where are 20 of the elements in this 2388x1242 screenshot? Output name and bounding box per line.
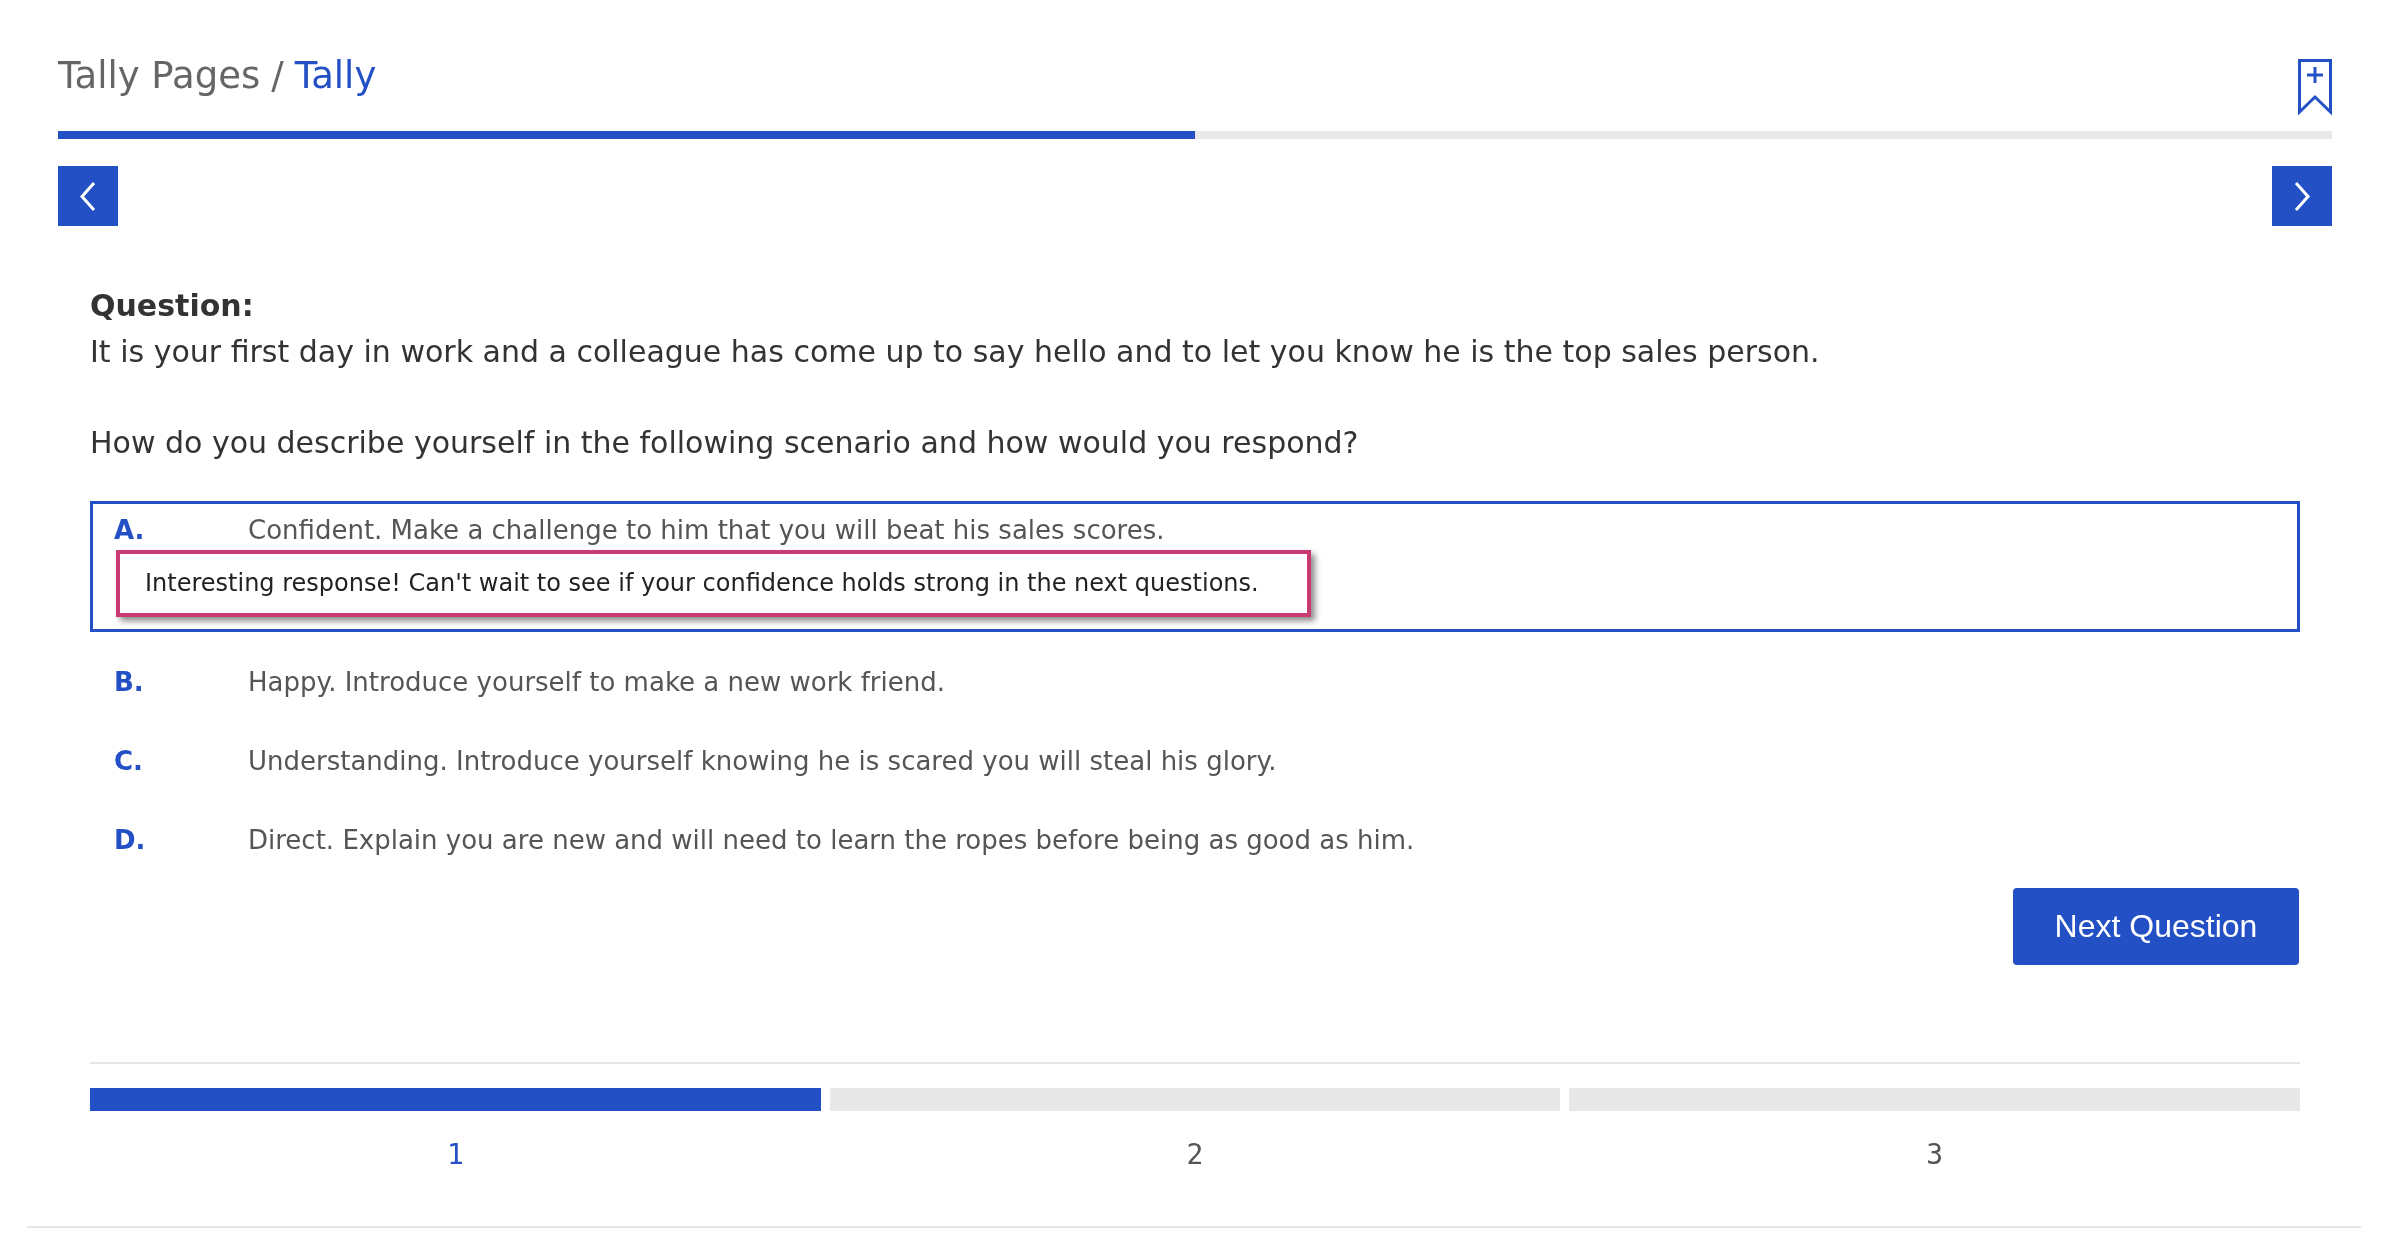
next-button[interactable] xyxy=(2272,166,2332,226)
breadcrumb-current[interactable]: Tally xyxy=(294,53,377,99)
bookmark-plus-icon[interactable] xyxy=(2298,59,2332,115)
answer-option[interactable]: B. Happy. Introduce yourself to make a new work friend. xyxy=(90,653,969,711)
next-question-button[interactable]: Next Question xyxy=(2013,888,2299,965)
answer-option[interactable]: C. Understanding. Introduce yourself knowing he is scared you will steal his glory. xyxy=(90,732,1301,790)
step-number: 2 xyxy=(1186,1137,1204,1173)
previous-button[interactable] xyxy=(58,166,118,226)
breadcrumb-separator: / xyxy=(271,53,284,99)
question-text: How do you describe yourself in the following scenario and how would you respond? xyxy=(90,424,1360,462)
question-text: It is your first day in work and a colleague has come up to say hello and to let you know he is the top sales person. xyxy=(90,333,1821,371)
breadcrumb-link[interactable]: Tally Pages xyxy=(58,53,261,99)
answer-option[interactable]: A. Confident. Make a challenge to him that you will beat his sales scores. Interesting response! Can't wait to see if your confidence holds strong in the next questions. xyxy=(90,501,2300,632)
feedback-callout: Interesting response! Can't wait to see if your confidence holds strong in the next questions. xyxy=(116,550,1311,617)
step-number: 3 xyxy=(1926,1137,1944,1173)
question-label: Question: xyxy=(90,287,255,325)
chevron-left-icon xyxy=(79,180,97,212)
chevron-right-icon xyxy=(2293,180,2311,212)
answer-option[interactable]: D. Direct. Explain you are new and will need to learn the ropes before being as good as him. xyxy=(90,811,1439,869)
step-number: 1 xyxy=(446,1137,464,1173)
